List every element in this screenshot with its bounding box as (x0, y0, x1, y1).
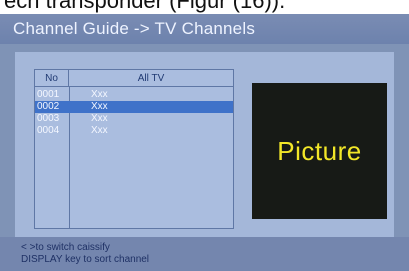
channel-number: 0001 (37, 89, 60, 100)
channel-guide-screen: Channel Guide -> TV Channels No All TV 0… (0, 14, 409, 271)
list-header: No All TV (35, 70, 233, 87)
channel-row-selected[interactable]: 0002 Xxx (35, 101, 233, 113)
channel-row[interactable]: 0004 Xxx (35, 125, 233, 137)
channel-name: Xxx (91, 101, 108, 112)
main-panel: No All TV 0001 Xxx 0002 Xxx 0003 Xxx 000… (15, 52, 394, 244)
channel-list[interactable]: No All TV 0001 Xxx 0002 Xxx 0003 Xxx 000… (34, 69, 234, 229)
page-title: Channel Guide -> TV Channels (0, 14, 409, 44)
channel-number: 0004 (37, 125, 60, 136)
channel-name: Xxx (91, 89, 108, 100)
channel-number: 0002 (37, 101, 60, 112)
column-header-all-tv[interactable]: All TV (69, 70, 233, 87)
channel-row[interactable]: 0001 Xxx (35, 89, 233, 101)
channel-name: Xxx (91, 125, 108, 136)
channel-name: Xxx (91, 113, 108, 124)
page-caption: ech transponder (Figur (16)). (4, 0, 286, 13)
channel-number: 0003 (37, 113, 60, 124)
channel-rows: 0001 Xxx 0002 Xxx 0003 Xxx 0004 Xxx (35, 89, 233, 137)
hint-bar: < >to switch caissify DISPLAY key to sor… (0, 237, 409, 271)
preview-label: Picture (277, 135, 362, 166)
hint-switch-classify: < >to switch caissify (21, 242, 110, 253)
channel-row[interactable]: 0003 Xxx (35, 113, 233, 125)
video-preview: Picture (252, 83, 387, 219)
hint-sort-channel: DISPLAY key to sort channel (21, 254, 150, 265)
column-header-number: No (35, 70, 69, 87)
